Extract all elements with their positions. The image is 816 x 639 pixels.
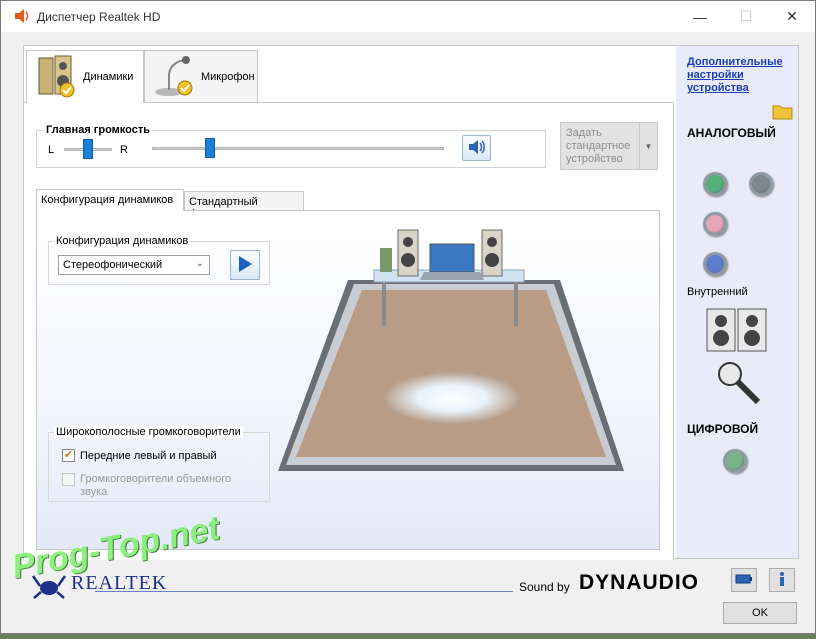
speakers-icon (37, 54, 77, 101)
digital-label: ЦИФРОВОЙ (687, 422, 759, 436)
jack-pink[interactable] (703, 212, 727, 236)
close-button[interactable]: ✕ (769, 1, 815, 32)
front-speakers-checkbox[interactable]: ✔ (62, 449, 75, 462)
speaker-config-group-title: Конфигурация динамиков (54, 235, 191, 247)
mute-button[interactable] (462, 135, 491, 161)
tab-speaker-config[interactable]: Конфигурация динамиков (36, 189, 184, 211)
jack-blue[interactable] (703, 252, 727, 276)
window-title: Диспетчер Realtek HD (37, 10, 161, 24)
title-bar: Диспетчер Realtek HD — ☐ ✕ (1, 1, 815, 32)
internal-speakers-icon[interactable] (706, 308, 768, 357)
analog-label: АНАЛОГОВЫЙ (687, 126, 776, 140)
realtek-window: Диспетчер Realtek HD — ☐ ✕ Динамики Микр… (0, 0, 816, 634)
tab-speakers-label: Динамики (83, 71, 134, 83)
info-icon (775, 571, 789, 590)
tab-microphone[interactable]: Микрофон (144, 50, 258, 103)
master-volume-title: Главная громкость (44, 124, 153, 136)
connector-panel: Дополнительные настройки устройства АНАЛ… (676, 46, 798, 558)
minimize-button[interactable]: — (677, 1, 723, 32)
speaker-icon (13, 8, 31, 24)
test-play-button[interactable] (230, 250, 260, 280)
fullrange-group-title: Широкополосные громкоговорители (54, 426, 243, 438)
balance-left-label: L (48, 144, 55, 156)
volume-icon (467, 139, 487, 158)
speaker-room-illustration (278, 229, 624, 471)
microphone-icon (153, 54, 197, 101)
tab-speakers[interactable]: Динамики (26, 50, 144, 103)
sound-by-label: Sound by (519, 580, 570, 594)
speaker-config-select[interactable]: Стереофонический ⌄ (58, 255, 210, 275)
jack-digital[interactable] (723, 449, 747, 473)
folder-icon[interactable] (772, 102, 794, 123)
chevron-down-icon: ⌄ (195, 258, 204, 269)
maximize-button[interactable]: ☐ (723, 1, 769, 32)
battery-button[interactable] (731, 568, 757, 592)
tab-microphone-label: Микрофон (201, 71, 255, 83)
speaker-config-value: Стереофонический (63, 259, 163, 271)
surround-speakers-checkbox[interactable] (62, 473, 75, 486)
set-default-device-button[interactable]: Задать стандартное устройство ▼ (560, 122, 658, 170)
jack-gray[interactable] (749, 172, 773, 196)
dynaudio-logo: DYNAUDIO (579, 571, 700, 594)
balance-right-label: R (120, 144, 128, 156)
set-default-device-label: Задать стандартное устройство (566, 127, 631, 165)
tab-default-format[interactable]: Стандартный формат (184, 191, 304, 220)
battery-icon (735, 573, 753, 588)
content-area: Динамики Микрофон Главная громкость L R (23, 45, 799, 560)
advanced-settings-link[interactable]: Дополнительные настройки устройства (687, 56, 791, 95)
balance-slider-thumb[interactable] (83, 139, 93, 159)
master-volume-track[interactable] (152, 147, 444, 150)
front-speakers-label: Передние левый и правый (80, 450, 217, 462)
surround-speakers-label: Громкоговорители объемного звука (80, 473, 232, 498)
ok-button[interactable]: OK (723, 602, 797, 624)
dropdown-arrow-icon: ▼ (639, 123, 657, 169)
internal-label: Внутренний (687, 286, 748, 298)
play-icon (237, 255, 253, 276)
footer-divider (95, 591, 513, 592)
jack-green[interactable] (703, 172, 727, 196)
internal-microphone-icon[interactable] (716, 360, 764, 411)
master-volume-thumb[interactable] (205, 138, 216, 158)
info-button[interactable] (769, 568, 795, 592)
